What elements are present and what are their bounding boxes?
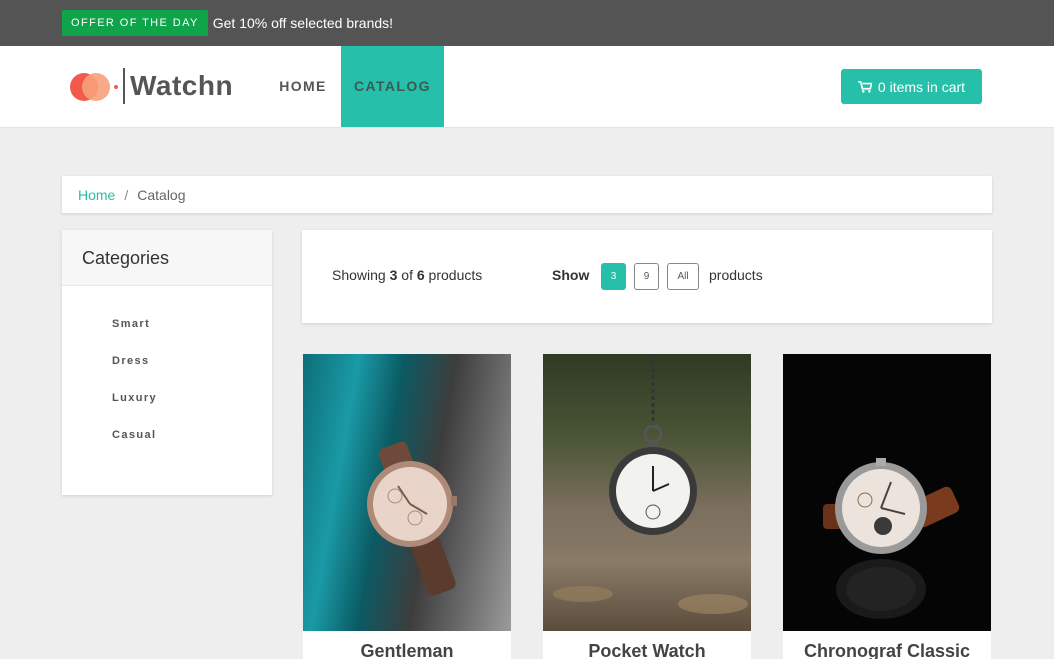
pocket-watch-icon: [553, 354, 748, 614]
page-size-9-button[interactable]: 9: [634, 263, 659, 290]
products-label: products: [709, 267, 763, 283]
brand-logo[interactable]: Watchn: [70, 68, 233, 104]
chronograph-watch-icon: [823, 458, 960, 619]
categories-title: Categories: [62, 230, 272, 286]
nav-home-link[interactable]: HOME: [265, 46, 341, 127]
category-item-smart[interactable]: Smart: [62, 318, 272, 355]
breadcrumb: Home / Catalog: [62, 176, 992, 213]
catalog-toolbar: Showing 3 of 6 products Show 3 9 All pro…: [302, 230, 992, 323]
breadcrumb-separator: /: [124, 186, 129, 203]
offer-text: Get 10% off selected brands!: [212, 15, 394, 31]
brand-name: Watchn: [130, 70, 234, 101]
navbar: Watchn HOME CATALOG 0 items in cart: [0, 46, 1054, 128]
product-title[interactable]: Gentleman: [303, 641, 511, 659]
category-item-casual[interactable]: Casual: [62, 429, 272, 466]
shown-count: 3: [389, 267, 398, 283]
show-label: Show: [552, 267, 590, 283]
showing-count: Showing 3 of 6 products: [332, 267, 482, 283]
nav-catalog-link[interactable]: CATALOG: [341, 46, 444, 127]
logo-divider: [123, 68, 125, 104]
product-image-pocket-watch[interactable]: [543, 354, 751, 631]
product-card[interactable]: Gentleman: [303, 354, 511, 659]
total-count: 6: [416, 267, 425, 283]
page-size-all-button[interactable]: All: [667, 263, 699, 290]
product-image-gentleman[interactable]: [303, 354, 511, 631]
page-size-3-button[interactable]: 3: [601, 263, 626, 290]
category-item-dress[interactable]: Dress: [62, 355, 272, 392]
breadcrumb-current: Catalog: [137, 186, 186, 203]
categories-list: Smart Dress Luxury Casual: [62, 286, 272, 466]
cart-label: 0 items in cart: [877, 78, 966, 95]
cart-button[interactable]: 0 items in cart: [841, 69, 982, 104]
shopping-cart-icon: [858, 80, 872, 93]
offer-badge: OFFER OF THE DAY: [62, 10, 208, 36]
category-item-luxury[interactable]: Luxury: [62, 392, 272, 429]
wristwatch-icon: [367, 441, 457, 596]
product-card[interactable]: Pocket Watch: [543, 354, 751, 659]
showing-of: of: [401, 267, 413, 283]
showing-suffix: products: [428, 267, 483, 283]
product-image-chronograf-classic[interactable]: [783, 354, 991, 631]
offer-bar: OFFER OF THE DAY Get 10% off selected br…: [0, 0, 1054, 46]
product-title[interactable]: Chronograf Classic: [783, 641, 991, 659]
product-title[interactable]: Pocket Watch: [543, 641, 751, 659]
showing-prefix: Showing: [332, 267, 386, 283]
breadcrumb-home-link[interactable]: Home: [78, 187, 115, 203]
product-card[interactable]: Chronograf Classic: [783, 354, 991, 659]
categories-panel: Categories Smart Dress Luxury Casual: [62, 230, 272, 495]
logo-mark-icon: [70, 68, 120, 104]
